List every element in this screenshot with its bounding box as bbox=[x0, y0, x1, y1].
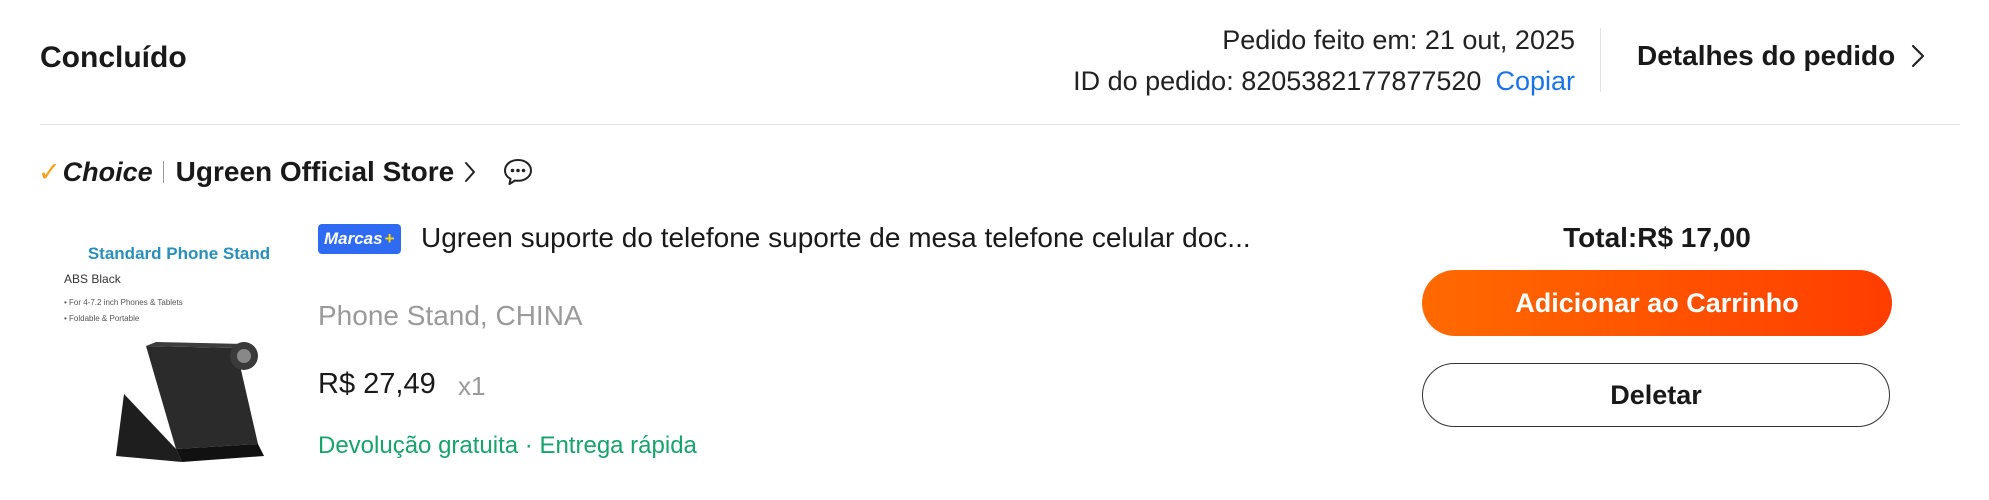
choice-label: Choice bbox=[62, 156, 153, 187]
phone-stand-illustration bbox=[116, 342, 264, 462]
chat-icon[interactable] bbox=[502, 157, 534, 187]
product-quantity: x1 bbox=[458, 371, 486, 401]
product-image[interactable]: Standard Phone Stand ABS Black • For 4-7… bbox=[64, 222, 294, 472]
order-id: ID do pedido: 8205382177877520 bbox=[1073, 66, 1482, 96]
order-date: Pedido feito em: 21 out, 2025 bbox=[1222, 25, 1575, 55]
header-divider bbox=[1600, 28, 1601, 92]
order-id-row: ID do pedido: 8205382177877520 Copiar bbox=[1073, 61, 1575, 102]
image-bullet: • For 4-7.2 inch Phones & Tablets bbox=[64, 298, 183, 307]
image-title: Standard Phone Stand bbox=[87, 244, 271, 263]
chevron-right-icon[interactable] bbox=[464, 161, 476, 183]
product-perks: Devolução gratuita · Entrega rápida bbox=[318, 432, 697, 459]
check-icon: ✓ bbox=[38, 156, 61, 187]
product-title-link[interactable]: Ugreen suporte do telefone suporte de me… bbox=[421, 222, 1251, 254]
image-bullet: • Foldable & Portable bbox=[64, 314, 140, 323]
order-meta: Pedido feito em: 21 out, 2025 ID do pedi… bbox=[1073, 20, 1575, 102]
badge-plus: + bbox=[384, 229, 395, 248]
chevron-right-icon bbox=[1912, 44, 1925, 68]
image-subtitle: ABS Black bbox=[64, 272, 121, 286]
add-to-cart-button[interactable]: Adicionar ao Carrinho bbox=[1422, 270, 1892, 336]
product-price: R$ 27,49 bbox=[318, 368, 436, 400]
store-row: ✓ Choice Ugreen Official Store bbox=[38, 150, 534, 194]
order-details-label: Detalhes do pedido bbox=[1637, 40, 1896, 71]
order-details-link[interactable]: Detalhes do pedido bbox=[1637, 40, 1925, 72]
order-total: Total:R$ 17,00 bbox=[1563, 222, 1751, 253]
header-divider-line bbox=[40, 124, 1960, 125]
order-status: Concluído bbox=[40, 41, 187, 74]
product-variant: Phone Stand, CHINA bbox=[318, 300, 583, 331]
choice-logo: ✓ Choice bbox=[38, 157, 153, 188]
store-separator bbox=[162, 161, 164, 183]
copy-id-link[interactable]: Copiar bbox=[1495, 66, 1575, 96]
store-name-link[interactable]: Ugreen Official Store bbox=[176, 156, 455, 188]
badge-label: Marcas bbox=[324, 229, 383, 248]
brand-badge: Marcas + bbox=[318, 224, 401, 254]
delete-button[interactable]: Deletar bbox=[1422, 363, 1890, 427]
